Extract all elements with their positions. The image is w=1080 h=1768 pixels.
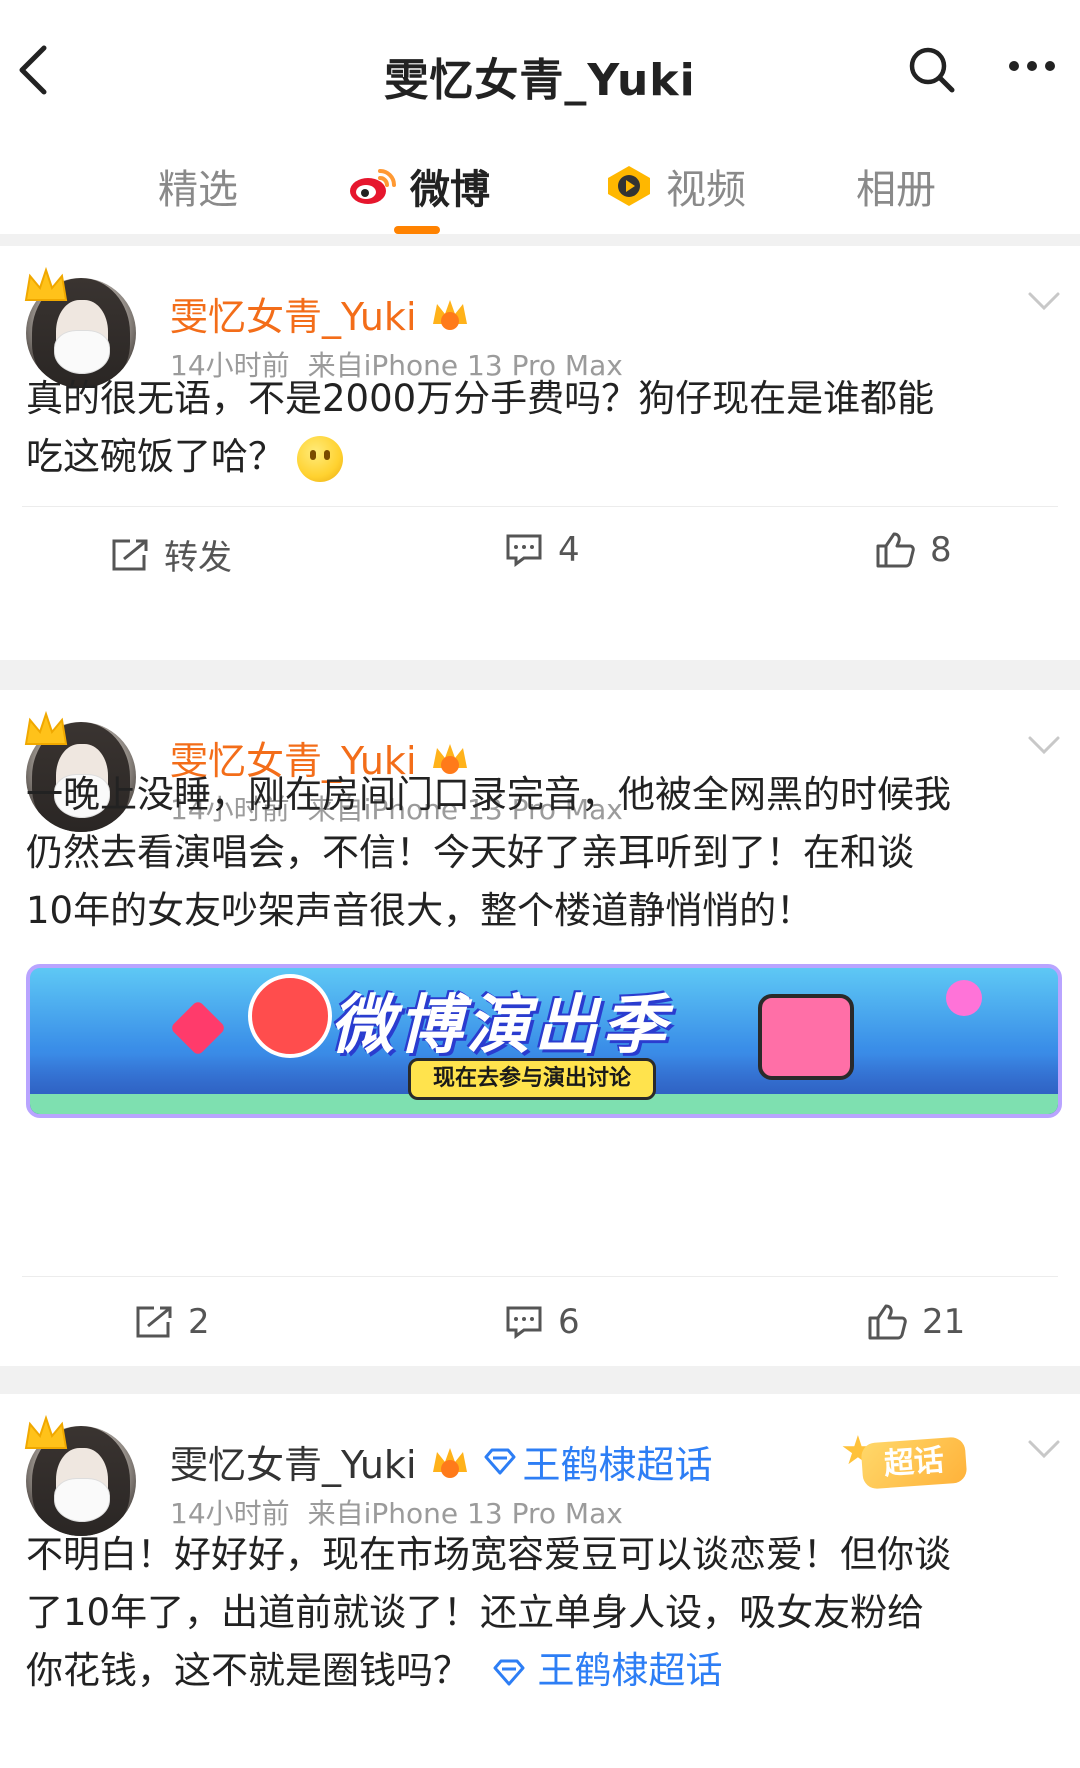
repost-count: 2 [188,1302,210,1342]
avatar[interactable] [22,1414,138,1536]
comment-count: 6 [558,1302,580,1342]
divider [22,1276,1058,1277]
tab-label: 视频 [666,167,746,213]
post-text: 一晚上没睡，刚在房间门口录完音，他被全网黑的时候我 仍然去看演唱会，不信！今天好… [26,766,1056,940]
comment-button[interactable]: 6 [504,1302,580,1342]
inline-supertopic-link[interactable]: 王鹤棣超话 [538,1649,723,1692]
tab-label: 精选 [158,167,238,213]
author-name-text: 雯忆女青_Yuki [170,1443,417,1487]
crown-icon [24,1414,68,1449]
banner-title: 微博演出季 [330,989,670,1063]
repost-icon [112,539,148,570]
comment-button[interactable]: 4 [504,530,580,570]
tab-label: 相册 [856,167,936,213]
post-text-line: 吃这碗饭了哈？ [26,435,285,478]
chaohua-badge-label: 超话 [860,1436,968,1490]
like-count: 8 [930,530,952,570]
tab-featured[interactable]: 精选 [158,156,238,216]
author-name-text: 雯忆女青_Yuki [170,295,417,339]
post-text-line: 真的很无语，不是2000万分手费吗？狗仔现在是谁都能 [26,377,935,420]
active-tab-indicator [394,226,440,234]
chaohua-badge[interactable]: ★ 超话 [840,1428,976,1492]
flower-icon [946,980,982,1016]
repost-button[interactable]: 转发 [110,530,232,579]
avatar[interactable] [22,266,138,388]
repost-label: 转发 [164,538,232,578]
chevron-down-icon[interactable] [1026,730,1062,760]
supertopic-link[interactable]: 王鹤棣超话 [523,1434,713,1489]
like-button[interactable]: 8 [874,530,952,570]
comment-count: 4 [558,530,580,570]
like-count: 21 [922,1302,966,1342]
post-text-line: 你花钱，这不就是圈钱吗？ [26,1649,470,1692]
banner-cta[interactable]: 现在去参与演出讨论 [408,1058,657,1100]
weibo-logo-icon [348,165,398,207]
comment-icon [506,1306,542,1339]
tab-label: 微博 [410,167,490,213]
supertopic-icon [484,1448,515,1474]
post-card[interactable]: 雯忆女青_Yuki 王鹤棣超话 ★ 超话 14小时前 来自iPhone 13 Pr… [0,1394,1080,1768]
tab-album[interactable]: 相册 [856,156,936,216]
search-icon [909,47,955,93]
crown-icon [24,710,68,745]
mascot-icon [248,974,332,1058]
post-text-line: 仍然去看演唱会，不信！今天好了亲耳听到了！在和谈 [26,831,914,874]
post-text-line: 不明白！好好好，现在市场宽容爱豆可以谈恋爱！但你谈 [26,1533,951,1576]
crown-icon [24,266,68,301]
repost-icon [136,1306,172,1338]
supertopic-icon [493,1659,525,1685]
chevron-down-icon[interactable] [1026,286,1062,316]
like-icon [876,532,915,568]
vip-badge-icon [432,299,467,330]
author-name[interactable]: 雯忆女青_Yuki 王鹤棣超话 [170,1434,713,1489]
heart-icon [169,999,227,1057]
promo-banner[interactable]: 微博演出季 现在去参与演出讨论 [26,964,1062,1118]
vip-badge-icon [432,1447,467,1478]
post-text: 不明白！好好好，现在市场宽容爱豆可以谈恋爱！但你谈 了10年了，出道前就谈了！还… [26,1526,1056,1700]
like-button[interactable]: 21 [866,1302,965,1342]
tab-weibo[interactable]: 微博 [348,156,490,216]
chevron-down-icon[interactable] [1026,1434,1062,1464]
more-button[interactable] [1006,56,1066,96]
divider [22,506,1058,507]
profile-tabs: 精选 微博 视频 相册 [0,130,1080,240]
post-text-line: 了10年了，出道前就谈了！还立单身人设，吸女友粉给 [26,1591,925,1634]
more-icon [1009,61,1055,71]
robot-mascot-icon [758,994,854,1080]
tab-video[interactable]: 视频 [604,156,746,216]
post-actions: 转发 4 8 [0,512,1080,592]
top-bar: 雯忆女青_Yuki [0,0,1080,130]
author-name[interactable]: 雯忆女青_Yuki [170,286,473,341]
comment-icon [506,534,542,567]
smile-emoji-icon [297,435,343,482]
like-icon [868,1304,907,1340]
post-actions: 2 6 21 [0,1284,1080,1364]
search-button[interactable] [906,44,966,104]
video-icon [604,164,654,208]
repost-button[interactable]: 2 [134,1302,210,1342]
post-text: 真的很无语，不是2000万分手费吗？狗仔现在是谁都能 吃这碗饭了哈？ [26,370,1056,486]
post-text-line: 一晚上没睡，刚在房间门口录完音，他被全网黑的时候我 [26,773,951,816]
post-card[interactable]: 雯忆女青_Yuki 14小时前 来自iPhone 13 Pro Max 一晚上没睡… [0,690,1080,1366]
post-text-line: 10年的女友吵架声音很大，整个楼道静悄悄的！ [26,889,814,932]
post-card[interactable]: 雯忆女青_Yuki 14小时前 来自iPhone 13 Pro Max 真的很无语… [0,246,1080,660]
